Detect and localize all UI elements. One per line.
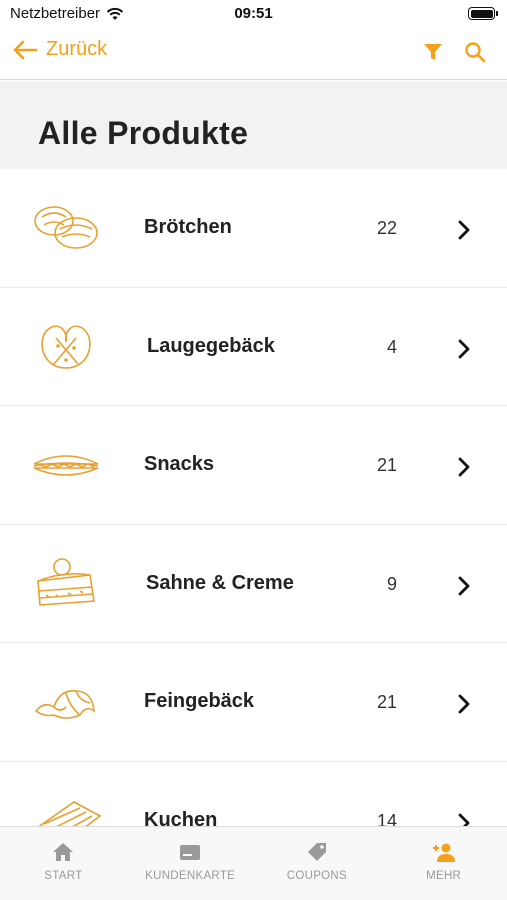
list-item-snacks[interactable]: Snacks 21 [0, 406, 507, 525]
tab-bar: START KUNDENKARTE COUPONS MEHR [0, 826, 507, 900]
tab-label: START [44, 870, 83, 882]
battery-icon [468, 7, 498, 20]
sandwich-icon [33, 455, 99, 476]
product-name: Brötchen [144, 216, 232, 238]
filter-icon[interactable] [421, 40, 445, 64]
back-button[interactable]: Zurück [12, 38, 107, 61]
tab-label: MEHR [426, 870, 462, 882]
product-count: 14 [376, 810, 397, 827]
tab-mehr[interactable]: MEHR [380, 827, 507, 900]
list-item-laugengebaeck[interactable]: Laugegebäck 4 [0, 288, 507, 406]
product-name: Snacks [144, 453, 215, 475]
cake-slice-icon [37, 557, 95, 606]
add-person-icon [432, 843, 455, 862]
pretzel-icon [41, 324, 91, 369]
croissant-icon [34, 690, 95, 719]
tab-start[interactable]: START [0, 827, 127, 900]
list-item-kuchen[interactable]: Kuchen 14 [0, 762, 507, 827]
tag-icon [307, 843, 326, 861]
back-label: Zurück [46, 38, 108, 60]
list-item-feingebaeck[interactable]: Feingebäck 21 [0, 643, 507, 762]
tab-coupons[interactable]: COUPONS [254, 827, 381, 900]
list-item-broetchen[interactable]: Brötchen 22 [0, 169, 507, 288]
page-title: Alle Produkte [38, 115, 249, 151]
product-name: Sahne & Creme [146, 571, 294, 594]
chevron-right-icon [458, 694, 470, 714]
tab-label: COUPONS [286, 870, 347, 882]
product-count: 9 [386, 573, 397, 594]
product-count: 22 [376, 218, 397, 238]
page-header: Alle Produkte [0, 81, 507, 169]
product-count: 21 [376, 692, 397, 712]
chevron-right-icon [458, 813, 470, 826]
status-bar: Netzbetreiber 09:51 [0, 0, 507, 30]
arrow-left-icon [13, 40, 38, 59]
chevron-right-icon [458, 339, 470, 358]
home-icon [53, 843, 74, 861]
product-name: Kuchen [144, 808, 218, 827]
product-count: 4 [386, 336, 397, 357]
search-icon[interactable] [463, 40, 487, 64]
bread-rolls-icon [34, 206, 98, 249]
list-item-sahne-creme[interactable]: Sahne & Creme 9 [0, 525, 507, 643]
card-icon [180, 845, 201, 860]
chevron-right-icon [458, 457, 470, 477]
clock: 09:51 [234, 5, 273, 22]
product-name: Feingebäck [144, 690, 255, 712]
tab-label: KUNDENKARTE [145, 870, 236, 882]
chevron-right-icon [458, 220, 470, 240]
sheet-cake-icon [37, 800, 102, 826]
tab-kundenkarte[interactable]: KUNDENKARTE [127, 827, 254, 900]
product-count: 21 [376, 455, 397, 475]
chevron-right-icon [458, 576, 470, 595]
navigation-bar: Zurück [0, 30, 507, 80]
product-list: Brötchen 22 Laugegebäck 4 Snacks 21 Sahn… [0, 169, 507, 826]
product-name: Laugegebäck [147, 334, 275, 357]
